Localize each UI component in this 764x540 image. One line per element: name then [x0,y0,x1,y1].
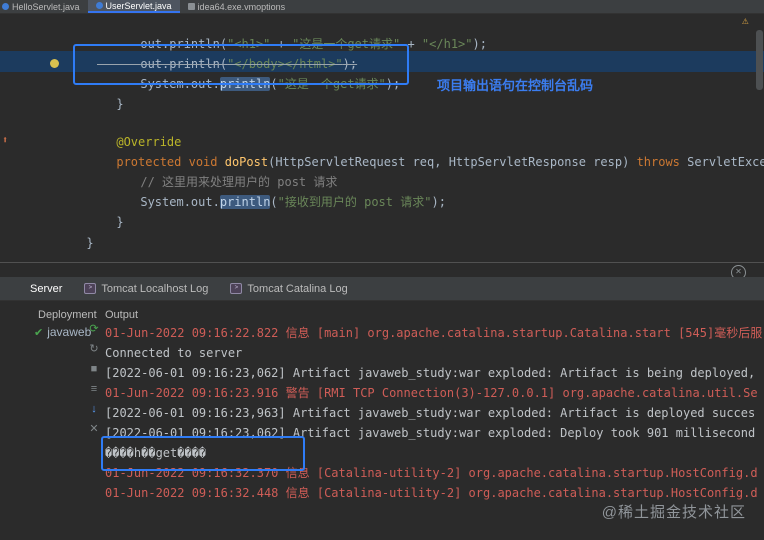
tab-label: UserServlet.java [105,0,172,11]
filter-icon[interactable]: ≡ [91,383,97,396]
tab-userservlet[interactable]: UserServlet.java [87,0,180,13]
code-token: "</h1>" [421,37,473,51]
log-line: 01-Jun-2022 09:16:23.916 警告 [RMI TCP Con… [105,386,758,400]
annotation-rectangle [73,44,409,85]
annotation-note: 项目输出语句在控制台乱码 [437,79,594,94]
console-tab-label: Tomcat Catalina Log [247,282,348,295]
code-line[interactable]: } [43,213,94,273]
stop-icon[interactable]: ■ [91,363,98,376]
refresh-icon[interactable]: ↻ [89,343,98,356]
class-icon [2,3,9,10]
log-line: [2022-06-01 09:16:23,963] Artifact javaw… [105,406,756,420]
code-editor[interactable]: out.println("<h1>" + "这是一个get请求" + "</h1… [0,13,764,262]
tab-server[interactable]: Server [30,283,62,295]
tab-tomcat-catalina-log[interactable]: > Tomcat Catalina Log [230,282,348,295]
log-line: Connected to server [105,346,243,360]
code-token: } [86,236,94,250]
intention-bulb-icon[interactable] [50,59,59,68]
log-line: 01-Jun-2022 09:16:32.448 信息 [Catalina-ut… [105,486,758,500]
console-tab-bar: Server > Tomcat Localhost Log > Tomcat C… [0,277,764,301]
tab-label: HelloServlet.java [12,1,80,12]
tab-label: idea64.exe.vmoptions [197,1,286,12]
code-token: ServletException, [687,155,764,169]
class-icon [95,2,103,9]
redeploy-icon[interactable]: ⟳ [89,323,98,336]
code-token: throws [636,155,680,169]
code-token: ( [270,195,278,209]
console-toolbar: ⟳ ↻ ■ ≡ ↓ ✕ [86,323,102,436]
warning-stripe-icon[interactable]: ⚠ [742,15,749,26]
config-file-icon [187,3,195,10]
clear-output-icon[interactable]: ✕ [89,423,98,436]
ide-window: HelloServlet.java UserServlet.java idea6… [0,0,764,540]
editor-tab-bar: HelloServlet.java UserServlet.java idea6… [0,0,764,14]
override-gutter-icon[interactable]: ⬆ [2,136,8,146]
code-token: System.out. [140,195,220,209]
console-log-icon: > [84,283,97,294]
deployment-item-javaweb[interactable]: ✔ javaweb [34,325,91,339]
console-tab-label: Tomcat Localhost Log [101,282,209,295]
tab-tomcat-localhost-log[interactable]: > Tomcat Localhost Log [84,283,208,295]
console-log-icon: > [230,283,243,294]
code-token: ); [431,195,446,209]
scroll-to-end-icon[interactable]: ↓ [91,403,97,416]
output-header: Output [105,309,139,321]
tab-helloservlet[interactable]: HelloServlet.java [0,0,88,13]
code-token: ); [472,37,487,51]
log-line: 01-Jun-2022 09:16:22.822 信息 [main] org.a… [105,326,763,340]
code-line[interactable]: System.out.println("接收到用户的 post 请求"); [97,172,446,232]
code-token: } [116,215,124,229]
code-token: } [116,97,124,111]
scrollbar-thumb[interactable] [756,30,763,90]
deployment-item-label: javaweb [47,325,92,339]
console-tab-label: Server [30,282,63,295]
code-token: "接收到用户的 post 请求" [277,195,432,209]
deployment-header: Deployment [38,309,97,321]
run-console-panel: ✕ Server > Tomcat Localhost Log > Tomcat… [0,262,764,540]
tab-vmoptions[interactable]: idea64.exe.vmoptions [180,0,294,13]
watermark: @稀土掘金技术社区 [601,504,746,521]
deployed-check-icon: ✔ [34,326,44,339]
code-token: println [219,195,271,209]
log-line: [2022-06-01 09:16:23,062] Artifact javaw… [105,366,763,380]
annotation-rectangle [101,436,305,471]
